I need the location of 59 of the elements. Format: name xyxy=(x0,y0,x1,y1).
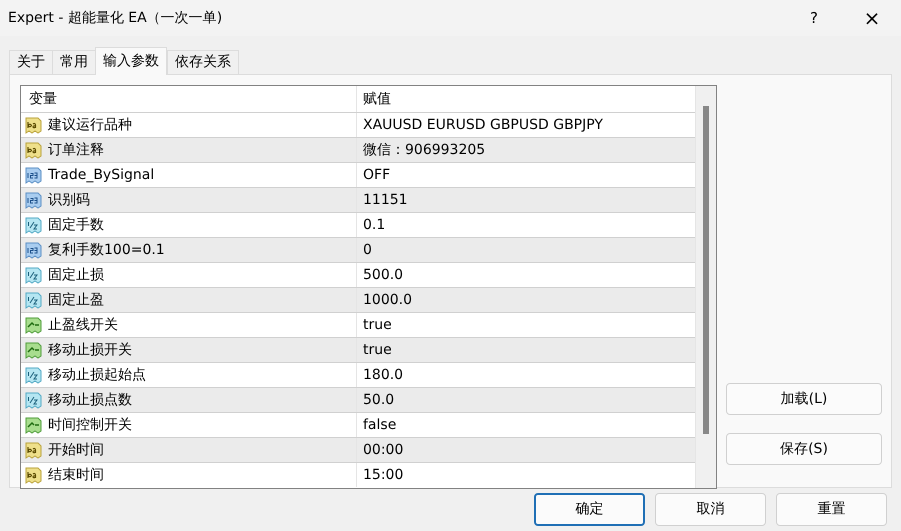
parameter-value[interactable]: false xyxy=(357,414,396,436)
text-type-icon xyxy=(25,441,42,459)
dialog-button[interactable]: 确定 xyxy=(534,493,645,526)
parameter-name: 移动止损点数 xyxy=(48,390,132,410)
text-type-icon xyxy=(25,116,42,134)
parameter-value[interactable]: 1000.0 xyxy=(357,290,412,310)
parameter-name: 结束时间 xyxy=(48,466,104,484)
dialog-button[interactable]: 取消 xyxy=(655,493,766,526)
scrollbar-thumb[interactable] xyxy=(703,106,709,434)
decimal-type-icon xyxy=(25,266,42,284)
integer-type-icon xyxy=(25,241,42,259)
parameter-value[interactable]: true xyxy=(357,340,392,360)
parameter-value[interactable]: 微信：906993205 xyxy=(357,140,486,160)
decimal-type-icon xyxy=(25,291,42,309)
parameter-value[interactable]: OFF xyxy=(357,164,390,186)
parameter-value[interactable]: XAUUSD EURUSD GBPUSD GBPJPY xyxy=(357,114,603,136)
parameter-name: 固定止盈 xyxy=(48,290,104,310)
side-button[interactable]: 保存(S) xyxy=(726,433,882,465)
parameter-value[interactable]: 180.0 xyxy=(357,364,404,386)
parameter-value[interactable]: 00:00 xyxy=(357,440,404,460)
parameter-name: 移动止损起始点 xyxy=(48,366,146,384)
window-title: Expert - 超能量化 EA（一次一单) xyxy=(7,8,222,28)
parameter-name: 复利手数100=0.1 xyxy=(48,240,165,260)
scrollbar[interactable] xyxy=(695,86,716,488)
parameter-name: 订单注释 xyxy=(48,140,104,160)
parameter-value[interactable]: 0.1 xyxy=(357,214,386,236)
parameter-name: 固定手数 xyxy=(48,216,104,234)
column-header[interactable]: 赋值 xyxy=(357,88,391,110)
parameter-value[interactable]: true xyxy=(357,314,392,336)
parameter-name: 识别码 xyxy=(48,190,90,210)
side-button[interactable]: 加载(L) xyxy=(726,383,882,415)
decimal-type-icon xyxy=(25,391,42,409)
parameter-name: 止盈线开关 xyxy=(48,316,118,334)
decimal-type-icon xyxy=(25,216,42,234)
dialog-button[interactable]: 重置 xyxy=(776,493,887,526)
parameter-value[interactable]: 500.0 xyxy=(357,264,404,286)
parameter-name: Trade_BySignal xyxy=(48,166,154,184)
parameter-name: 固定止损 xyxy=(48,266,104,284)
tab[interactable]: 关于 xyxy=(9,50,53,74)
tab[interactable]: 输入参数 xyxy=(95,47,167,75)
parameter-value[interactable]: 50.0 xyxy=(357,390,394,410)
text-type-icon xyxy=(25,466,42,484)
toggle-type-icon xyxy=(25,416,42,434)
text-type-icon xyxy=(25,141,42,159)
toggle-type-icon xyxy=(25,316,42,334)
parameter-value[interactable]: 0 xyxy=(357,240,372,260)
parameter-value[interactable]: 15:00 xyxy=(357,464,404,486)
decimal-type-icon xyxy=(25,366,42,384)
tab[interactable]: 依存关系 xyxy=(167,50,239,74)
integer-type-icon xyxy=(25,166,42,184)
parameter-value[interactable]: 11151 xyxy=(357,190,408,210)
parameter-name: 时间控制开关 xyxy=(48,416,132,434)
toggle-type-icon xyxy=(25,341,42,359)
parameter-name: 开始时间 xyxy=(48,440,104,460)
close-button[interactable]: × xyxy=(843,0,901,36)
integer-type-icon xyxy=(25,191,42,209)
parameter-name: 建议运行品种 xyxy=(48,116,132,134)
parameter-name: 移动止损开关 xyxy=(48,340,132,360)
help-button[interactable]: ? xyxy=(785,0,843,36)
